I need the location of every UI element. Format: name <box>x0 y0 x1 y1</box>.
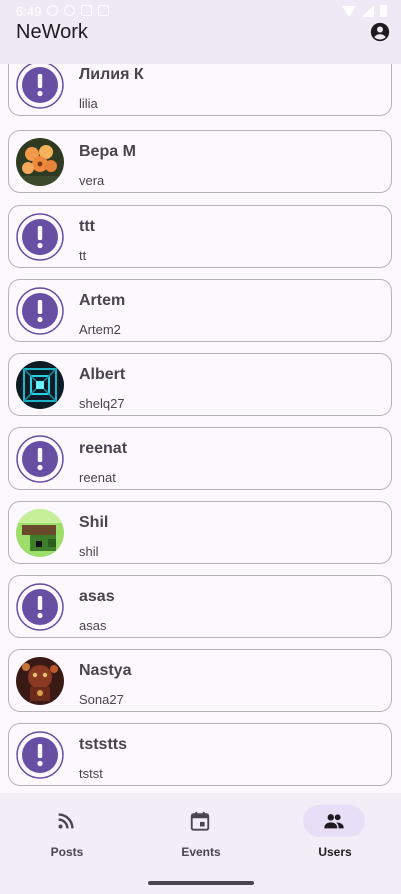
avatar <box>16 435 64 483</box>
avatar <box>16 64 64 109</box>
user-name: Nastya <box>79 662 132 679</box>
avatar <box>16 287 64 335</box>
user-login: tstst <box>79 766 103 781</box>
nav-item-users[interactable]: Users <box>268 793 401 873</box>
avatar <box>16 509 64 557</box>
error-placeholder-icon <box>16 64 64 109</box>
user-card[interactable]: ttt tt <box>8 205 392 268</box>
app-title: NeWork <box>16 21 88 43</box>
signal-icon <box>362 5 374 17</box>
calendar-icon <box>190 811 210 831</box>
user-login: shil <box>79 544 99 559</box>
nav-item-events[interactable]: Events <box>134 793 268 873</box>
rss-feed-icon <box>58 813 74 829</box>
user-login: reenat <box>79 470 116 485</box>
user-name: Albert <box>79 366 126 383</box>
sd-card-icon <box>98 5 109 16</box>
flowers-photo-icon <box>16 138 64 186</box>
user-login: shelq27 <box>79 396 125 411</box>
user-card[interactable]: reenat reenat <box>8 427 392 490</box>
status-time: 6:49 <box>16 4 42 19</box>
nav-label: Users <box>318 845 352 859</box>
avatar <box>16 361 64 409</box>
error-placeholder-icon <box>16 731 64 779</box>
user-card[interactable]: Albert shelq27 <box>8 353 392 416</box>
notification-icons <box>47 5 109 16</box>
avatar <box>16 731 64 779</box>
user-login: asas <box>79 618 107 633</box>
user-name: Shil <box>79 514 109 531</box>
nav-item-posts[interactable]: Posts <box>0 793 134 873</box>
bottom-navigation: Posts Events Users <box>0 793 401 894</box>
nav-label: Posts <box>50 845 84 859</box>
battery-icon <box>380 5 387 17</box>
alert-icon <box>47 5 58 16</box>
block-icon <box>64 5 75 16</box>
avatar <box>16 138 64 186</box>
user-name: ttt <box>79 218 95 235</box>
user-card[interactable]: Shil shil <box>8 501 392 564</box>
avatar <box>16 583 64 631</box>
painting-photo-icon <box>16 657 64 705</box>
user-name: asas <box>79 588 115 605</box>
user-login: vera <box>79 173 105 188</box>
wifi-icon <box>342 5 356 17</box>
user-login: Sona27 <box>79 692 124 707</box>
system-icons <box>342 5 387 17</box>
user-card[interactable]: tststts tstst <box>8 723 392 786</box>
avatar <box>16 657 64 705</box>
gesture-navigation-bar[interactable] <box>148 881 254 885</box>
pixel-art-icon <box>16 509 64 557</box>
error-placeholder-icon <box>16 583 64 631</box>
error-placeholder-icon <box>16 213 64 261</box>
user-card[interactable]: Nastya Sona27 <box>8 649 392 712</box>
user-card[interactable]: asas asas <box>8 575 392 638</box>
error-placeholder-icon <box>16 435 64 483</box>
error-placeholder-icon <box>16 287 64 335</box>
user-list[interactable]: Лилия Кlilia Вера Мvera ttt tt Artem Artem2 Al… <box>0 64 401 793</box>
user-login: Artem2 <box>79 322 121 337</box>
people-icon <box>324 814 344 829</box>
user-name: reenat <box>79 440 128 457</box>
user-name: Artem <box>79 292 126 309</box>
account-circle-icon[interactable] <box>370 22 390 42</box>
user-card[interactable]: Artem Artem2 <box>8 279 392 342</box>
user-card[interactable]: Лилия К lilia <box>8 64 392 116</box>
user-login: tt <box>79 248 87 263</box>
avatar <box>16 213 64 261</box>
user-name: Лилия К <box>79 66 144 83</box>
user-name: tststts <box>79 736 128 753</box>
tunnel-photo-icon <box>16 361 64 409</box>
app-icon <box>81 5 92 16</box>
user-login: lilia <box>79 96 98 111</box>
user-name: Вера М <box>79 143 136 160</box>
nav-label: Events <box>181 845 221 859</box>
user-card[interactable]: Вера М vera <box>8 130 392 193</box>
app-bar: NeWork <box>0 21 401 64</box>
